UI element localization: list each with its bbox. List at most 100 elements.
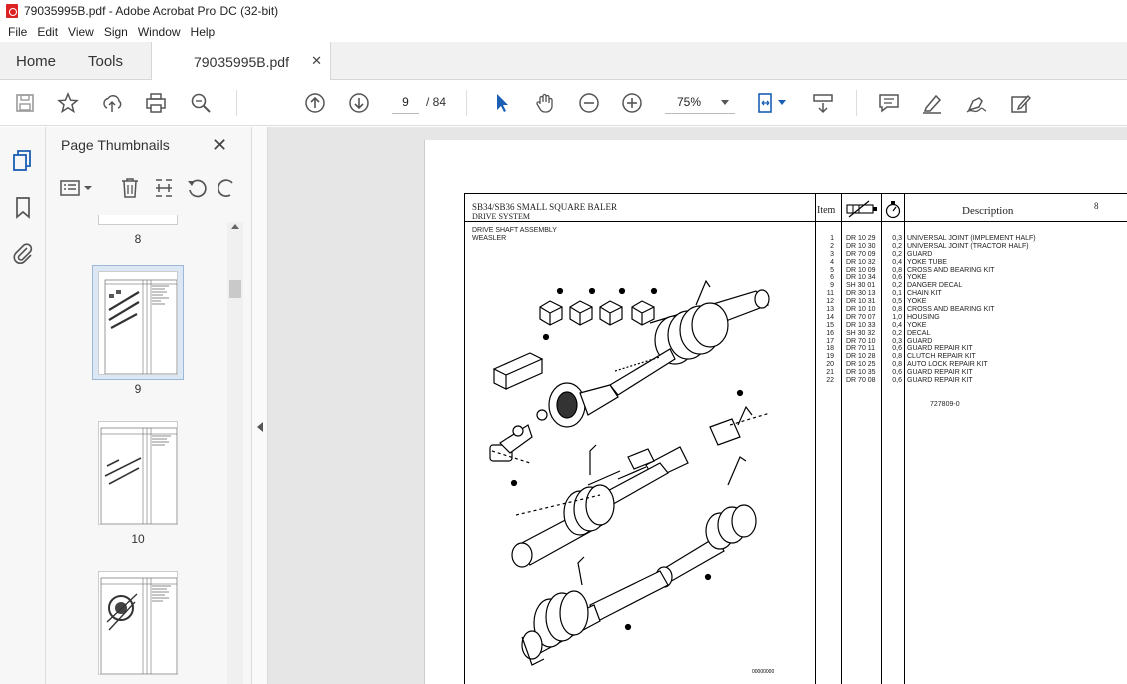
select-cursor-icon[interactable]: [491, 92, 513, 114]
highlight-pen-icon[interactable]: [921, 92, 943, 114]
rotate-left-icon[interactable]: [186, 177, 208, 202]
parts-cell-desc: AUTO LOCK REPAIR KIT: [907, 361, 988, 369]
item-column-header: Item: [817, 205, 836, 216]
panel-toolbar: [56, 175, 241, 201]
header-rule: [464, 221, 1127, 222]
comment-icon[interactable]: [878, 92, 900, 114]
chevron-down-icon: [721, 100, 729, 105]
parts-cell-qty: 0,2: [892, 242, 902, 250]
scroll-up-icon[interactable]: [231, 224, 239, 229]
parts-table-row: 21 DR 10 35 0,6 GUARD REPAIR KIT: [818, 369, 1118, 377]
part-number-icon: [845, 199, 879, 222]
menu-file[interactable]: File: [3, 25, 32, 39]
toolbar-divider: [236, 90, 237, 116]
save-icon[interactable]: [14, 92, 36, 114]
zoom-out-icon[interactable]: [578, 92, 600, 114]
parts-cell-qty: 0,8: [892, 266, 902, 274]
parts-cell-qty: 0,1: [892, 290, 902, 298]
parts-cell-qty: 0,2: [892, 282, 902, 290]
parts-cell-item: 14: [826, 313, 834, 321]
zoom-value: 75%: [677, 95, 702, 109]
tab-document[interactable]: 79035995B.pdf ✕: [151, 42, 331, 81]
chevron-down-icon[interactable]: [777, 92, 787, 114]
parts-table-row: 19 DR 10 28 0,8 CLUTCH REPAIR KIT: [818, 353, 1118, 361]
menu-view[interactable]: View: [63, 25, 99, 39]
parts-table-row: 11 DR 30 13 0,1 CHAIN KIT: [818, 290, 1118, 298]
parts-table-row: 1 DR 10 29 0,3 UNIVERSAL JOINT (IMPLEMENT H…: [818, 235, 1118, 243]
page-thumbnails-icon[interactable]: [12, 149, 34, 176]
upload-cloud-icon[interactable]: [101, 92, 123, 114]
extract-pages-icon[interactable]: [154, 177, 174, 202]
parts-cell-qty: 0,4: [892, 258, 902, 266]
parts-cell-item: 3: [830, 250, 834, 258]
delete-page-icon[interactable]: [120, 177, 140, 202]
page-total: / 84: [426, 95, 447, 109]
zoom-select[interactable]: 75%: [665, 90, 735, 114]
title-bar: 79035995B.pdf - Adobe Acrobat Pro DC (32…: [0, 0, 1127, 22]
bookmark-star-icon[interactable]: [57, 92, 79, 114]
sign-pen-icon[interactable]: [965, 92, 987, 114]
menu-help[interactable]: Help: [186, 25, 221, 39]
parts-table-row: 15 DR 10 33 0,4 YOKE: [818, 322, 1118, 330]
panel-collapse-handle[interactable]: [251, 127, 268, 684]
edit-pdf-icon[interactable]: [1009, 92, 1031, 114]
parts-cell-desc: GUARD REPAIR KIT: [907, 377, 973, 385]
menu-sign[interactable]: Sign: [99, 25, 133, 39]
search-icon[interactable]: [190, 92, 212, 114]
menu-window[interactable]: Window: [133, 25, 186, 39]
parts-cell-item: 16: [826, 329, 834, 337]
scroll-mode-icon[interactable]: [812, 92, 834, 114]
parts-cell-desc: CROSS AND BEARING KIT: [907, 306, 995, 314]
parts-cell-item: 22: [826, 377, 834, 385]
zoom-in-icon[interactable]: [621, 92, 643, 114]
left-navigation-rail: [0, 127, 46, 684]
previous-page-icon[interactable]: [304, 92, 326, 114]
parts-table-row: 12 DR 10 31 0,5 YOKE: [818, 298, 1118, 306]
section-subtitle: WEASLER: [472, 235, 507, 242]
parts-cell-item: 19: [826, 353, 834, 361]
tab-home[interactable]: Home: [16, 42, 56, 80]
exploded-drawing: 00000000: [489, 279, 774, 675]
menu-edit[interactable]: Edit: [32, 25, 63, 39]
print-icon[interactable]: [145, 92, 167, 114]
hand-tool-icon[interactable]: [534, 92, 556, 114]
thumbnail-options-icon[interactable]: [60, 178, 94, 201]
tab-tools[interactable]: Tools: [88, 42, 123, 80]
parts-cell-desc: YOKE TUBE: [907, 258, 947, 266]
close-tab-icon[interactable]: ✕: [311, 53, 322, 69]
scrollbar-thumb[interactable]: [229, 280, 241, 298]
fit-page-icon[interactable]: [755, 92, 777, 114]
parts-cell-desc: GUARD REPAIR KIT: [907, 369, 973, 377]
parts-cell-qty: 0,2: [892, 329, 902, 337]
page-thumbnail-8[interactable]: [98, 215, 178, 225]
parts-cell-desc: HOUSING: [907, 313, 940, 321]
parts-cell-desc: CROSS AND BEARING KIT: [907, 266, 995, 274]
parts-cell-desc: DECAL: [907, 329, 931, 337]
page-thumbnail-11[interactable]: [98, 571, 178, 675]
parts-cell-desc: YOKE: [907, 274, 927, 282]
parts-cell-item: 11: [826, 290, 834, 298]
page-thumbnail-9[interactable]: [98, 271, 178, 375]
parts-cell-desc: CHAIN KIT: [907, 290, 942, 298]
parts-cell-qty: 0,6: [892, 274, 902, 282]
rotate-right-icon[interactable]: [217, 177, 234, 202]
parts-table-row: 4 DR 10 32 0,4 YOKE TUBE: [818, 259, 1118, 267]
page-thumbnail-10[interactable]: [98, 421, 178, 525]
acrobat-pdf-icon: [6, 4, 18, 18]
bookmarks-icon[interactable]: [14, 196, 32, 223]
document-page-number: 8: [1094, 201, 1099, 211]
parts-table-row: 16 SH 30 32 0,2 DECAL: [818, 330, 1118, 338]
figure-code: 00000000: [752, 669, 774, 675]
attachments-icon[interactable]: [12, 241, 34, 268]
next-page-icon[interactable]: [348, 92, 370, 114]
close-panel-icon[interactable]: ✕: [212, 135, 227, 156]
parts-cell-item: 20: [826, 361, 834, 369]
parts-cell-qty: 1,0: [892, 313, 902, 321]
parts-table-row: 18 DR 70 11 0,6 GUARD REPAIR KIT: [818, 345, 1118, 353]
parts-cell-item: 2: [830, 242, 834, 250]
quantity-gauge-icon: [884, 200, 902, 223]
parts-table-row: 17 DR 70 10 0,3 GUARD: [818, 338, 1118, 346]
parts-cell-qty: 0,6: [892, 345, 902, 353]
page-number-input[interactable]: 9: [392, 90, 419, 114]
parts-list: 1 DR 10 29 0,3 UNIVERSAL JOINT (IMPLEMENT H…: [818, 235, 1118, 385]
